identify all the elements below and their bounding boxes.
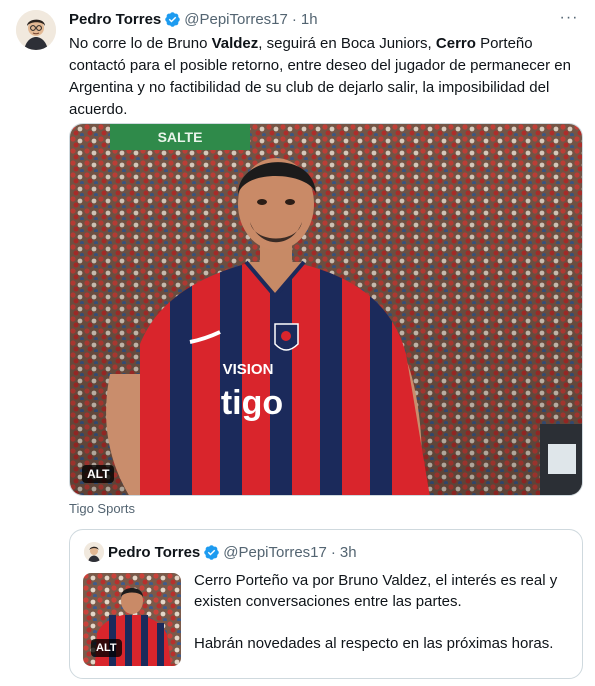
separator-dot: · xyxy=(291,10,297,28)
quoted-paragraph: Habrán novedades al respecto en las próx… xyxy=(194,635,554,652)
quoted-header: Pedro Torres @PepiTorres17 · 3h xyxy=(108,541,357,563)
quoted-avatar-illustration xyxy=(84,542,104,562)
alt-text-badge[interactable]: ALT xyxy=(82,465,115,483)
stadium-banner-text: SALTE xyxy=(158,129,203,145)
quoted-timestamp[interactable]: 3h xyxy=(340,544,357,561)
avatar-illustration xyxy=(16,10,56,50)
text-bold-valdez: Valdez xyxy=(211,35,259,52)
text-segment: , seguirá en Boca Juniors, xyxy=(258,35,436,52)
tweet-text: No corre lo de Bruno Valdez, seguirá en … xyxy=(69,33,579,121)
more-options-icon[interactable]: ··· xyxy=(557,7,581,29)
tweet-media-photo[interactable]: SALTE VISION tigo ALT xyxy=(69,123,583,496)
quoted-author-name[interactable]: Pedro Torres xyxy=(108,544,200,561)
separator-dot: · xyxy=(330,543,336,561)
quoted-paragraph: Cerro Porteño va por Bruno Valdez, el in… xyxy=(194,572,558,610)
quoted-author-handle[interactable]: @PepiTorres17 xyxy=(223,544,327,561)
quoted-alt-text-badge[interactable]: ALT xyxy=(91,639,122,657)
verified-badge-icon xyxy=(165,11,181,27)
verified-badge-icon xyxy=(204,544,220,560)
text-bold-cerro: Cerro xyxy=(435,35,476,52)
quoted-media-thumbnail[interactable]: ALT xyxy=(83,573,181,666)
author-name[interactable]: Pedro Torres xyxy=(69,11,161,28)
author-handle[interactable]: @PepiTorres17 xyxy=(184,11,288,28)
tweet-header: Pedro Torres @PepiTorres17 · 1h ··· xyxy=(69,9,581,29)
quoted-avatar[interactable] xyxy=(84,542,104,562)
text-segment: No corre lo de Bruno xyxy=(69,35,212,52)
quoted-tweet-text: Cerro Porteño va por Bruno Valdez, el in… xyxy=(194,570,569,654)
jersey-brand-text: VISION xyxy=(223,361,274,378)
avatar[interactable] xyxy=(16,10,56,50)
player-photo: SALTE VISION tigo xyxy=(70,124,582,495)
quoted-tweet[interactable]: Pedro Torres @PepiTorres17 · 3h ALT Cerr… xyxy=(69,529,583,679)
tweet-timestamp[interactable]: 1h xyxy=(301,11,318,28)
tweet[interactable]: Pedro Torres @PepiTorres17 · 1h ··· No c… xyxy=(0,0,595,686)
jersey-sponsor-text: tigo xyxy=(221,384,283,422)
media-source-label[interactable]: Tigo Sports xyxy=(69,501,135,516)
